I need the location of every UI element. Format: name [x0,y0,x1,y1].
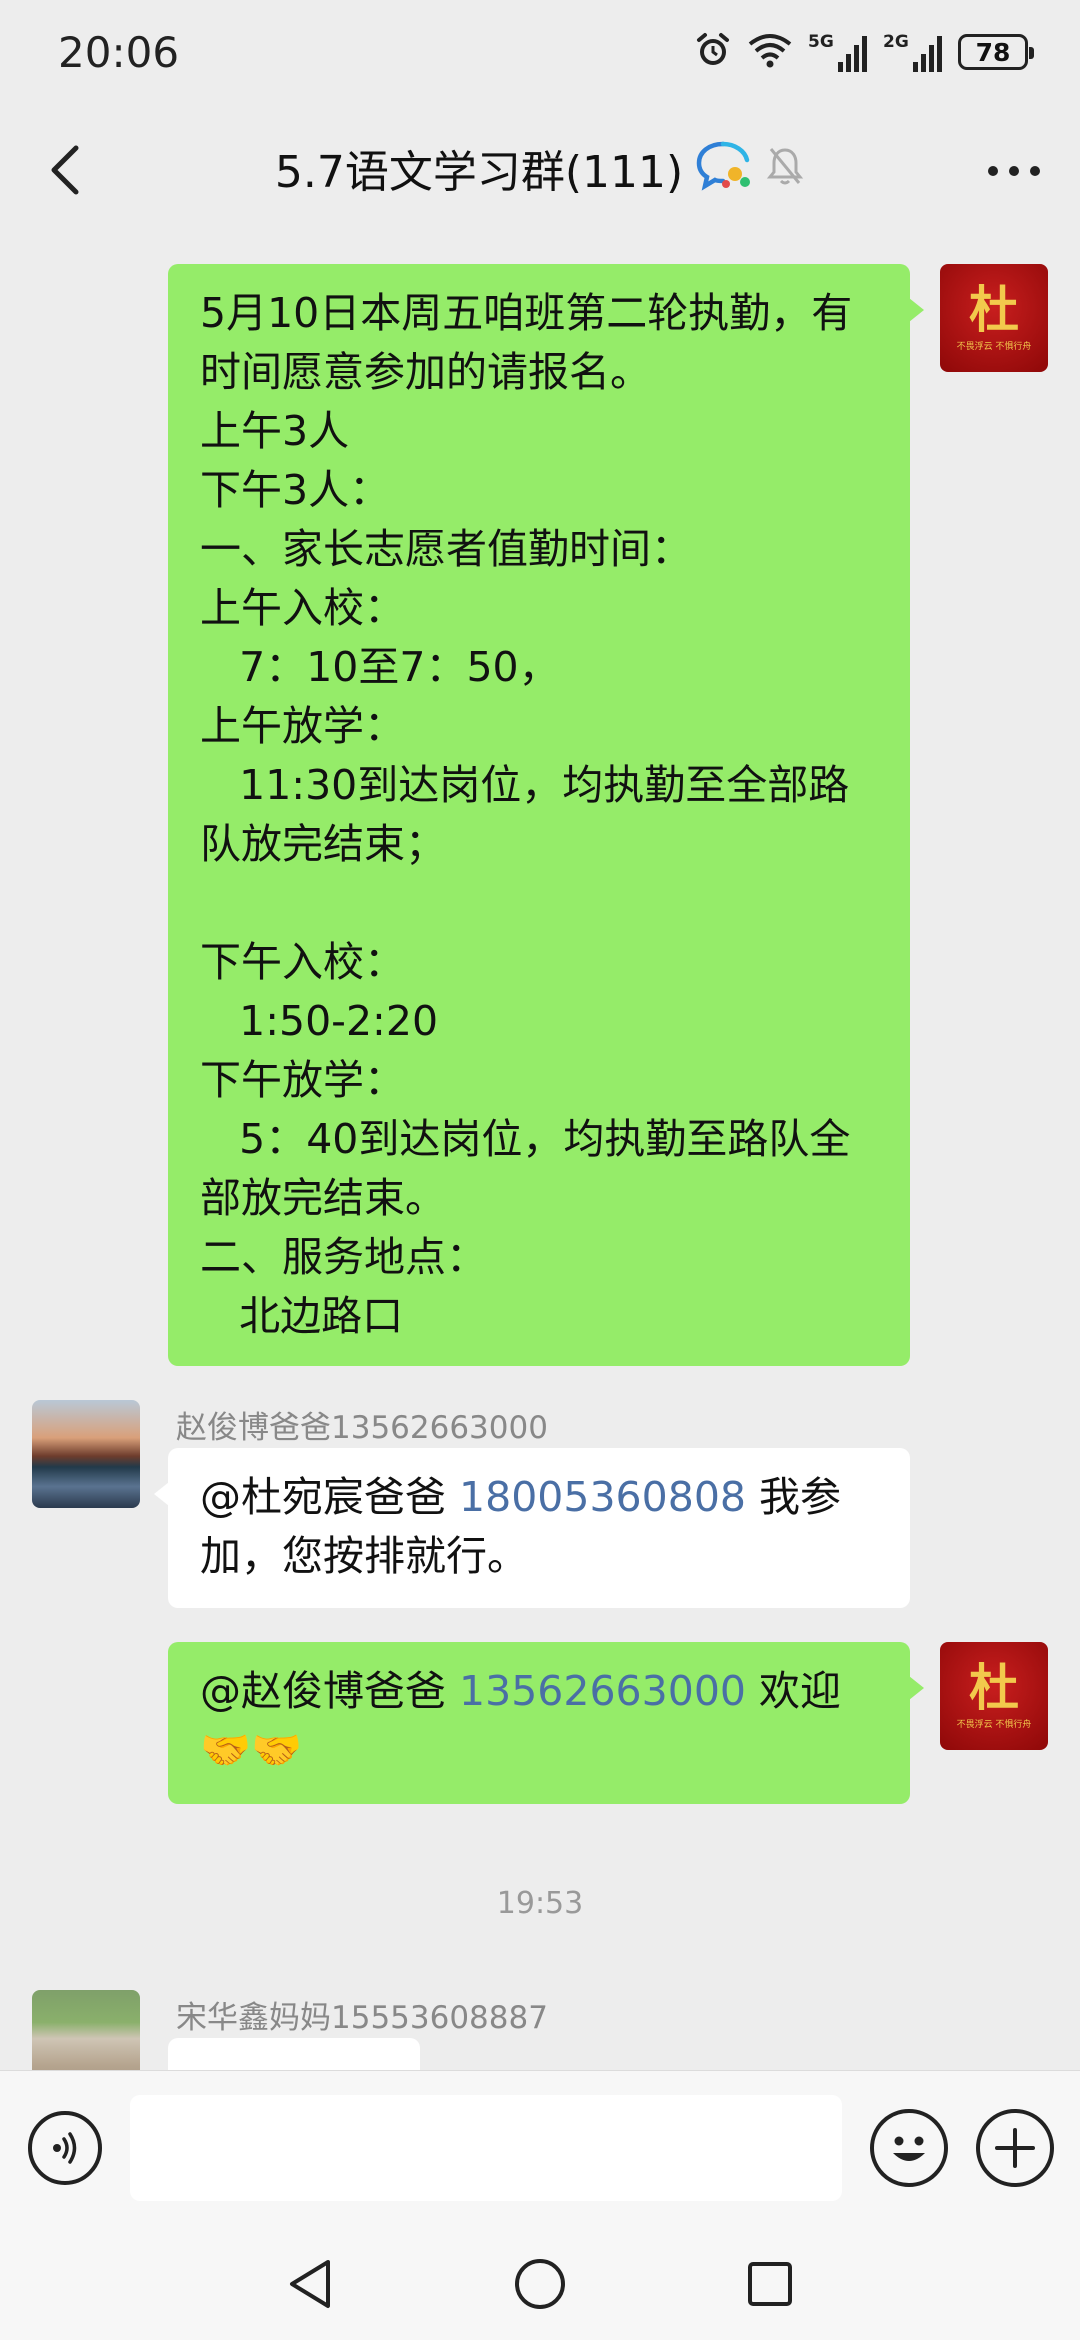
battery-level: 78 [975,37,1011,67]
more-functions-button[interactable] [976,2109,1054,2187]
chat-header: 5.7语文学习群(111) [0,110,1080,230]
nav-home-button[interactable] [508,2252,572,2316]
wifi-icon [748,32,792,72]
status-icons: 5G 2G 78 [694,30,1034,74]
voice-icon [53,2132,77,2164]
more-dots-icon [988,166,1040,176]
input-bar [0,2070,1080,2224]
sender-name-5: 宋华鑫妈妈15553608887 [176,2000,548,2036]
nav-back-button[interactable] [278,2252,342,2316]
sender-name-2: 赵俊博爸爸13562663000 [176,1410,548,1446]
time-separator: 19:53 [496,1886,584,1921]
avatar-me[interactable]: 杜 不畏浮云 不惧行舟 [940,264,1048,372]
voice-button[interactable] [28,2111,102,2185]
phone-link[interactable]: 13562663000 [459,1667,746,1715]
message-input[interactable] [130,2095,842,2201]
message-bubble-1[interactable]: 5月10日本周五咱班第二轮执勤，有时间愿意参加的请报名。 上午3人 下午3人： … [168,264,924,1366]
plus-icon [995,2128,1035,2168]
signal-icon-2: 2G [883,32,942,72]
mention[interactable]: @杜宛宸爸爸 [200,1473,459,1521]
title-wrap: 5.7语文学习群(111) [0,136,1080,200]
mention[interactable]: @赵俊博爸爸 [200,1667,459,1715]
more-button[interactable] [974,136,1054,206]
battery-icon: 78 [958,34,1034,70]
phone-link[interactable]: 18005360808 [459,1473,746,1521]
nav-recent-icon [748,2262,792,2306]
avatar-zhao[interactable] [32,1400,140,1508]
status-time: 20:06 [58,28,180,77]
emoji-button[interactable] [870,2109,948,2187]
mute-bell-icon [765,145,805,191]
group-chat-icon [695,140,753,196]
status-bar: 20:06 5G 2G 78 [0,0,1080,110]
nav-home-icon [515,2259,565,2309]
message-bubble-5[interactable] [168,2038,420,2070]
system-nav-bar [0,2224,1080,2340]
alarm-icon [694,31,732,73]
chat-area[interactable]: 杜 不畏浮云 不惧行舟 5月10日本周五咱班第二轮执勤，有时间愿意参加的请报名。… [0,230,1080,2070]
message-bubble-2[interactable]: @杜宛宸爸爸 18005360808 我参加，您按排就行。 [154,1448,910,1608]
chat-title[interactable]: 5.7语文学习群(111) [275,136,683,200]
emoji-icon [893,2136,925,2161]
avatar-song[interactable] [32,1990,140,2070]
message-bubble-3[interactable]: @赵俊博爸爸 13562663000 欢迎🤝🤝 [168,1642,924,1804]
signal-icon-1: 5G [808,32,867,72]
avatar-me[interactable]: 杜 不畏浮云 不惧行舟 [940,1642,1048,1750]
nav-back-icon [290,2260,330,2308]
nav-recent-button[interactable] [738,2252,802,2316]
